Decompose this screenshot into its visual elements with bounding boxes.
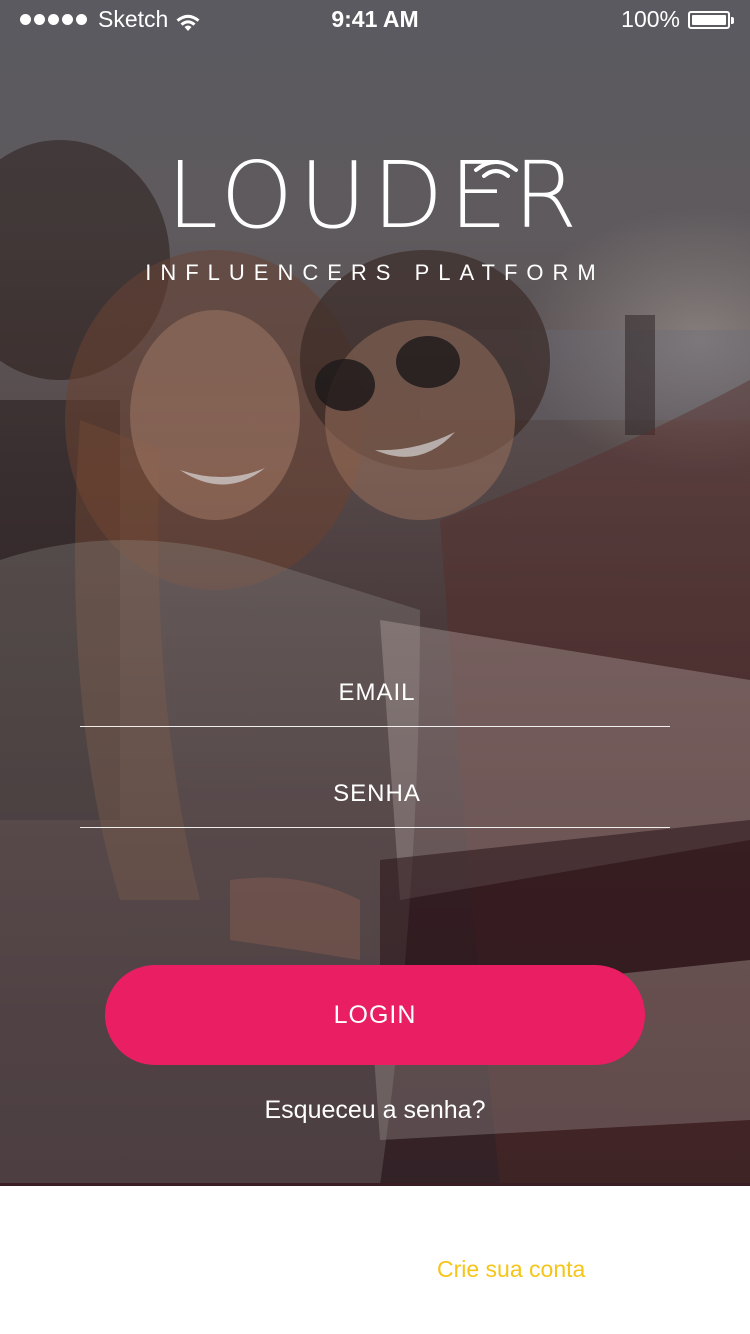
login-button[interactable]: LOGIN: [105, 965, 645, 1065]
email-input[interactable]: [80, 678, 674, 708]
logo-wordmark-text: LOUDER: [166, 142, 584, 249]
logo-tagline: INFLUENCERS PLATFORM: [145, 260, 605, 285]
logo-wordmark: LOUDER: [167, 150, 584, 242]
status-bar: Sketch 9:41 AM 100%: [0, 0, 750, 40]
password-field-container: [80, 727, 674, 828]
login-screen: Sketch 9:41 AM 100% LOUDER INFLUENCERS P…: [0, 0, 750, 1334]
battery-icon: [688, 10, 734, 29]
battery-percentage: 100%: [621, 6, 680, 32]
login-form: [80, 660, 674, 828]
status-bar-right: 100%: [621, 6, 734, 33]
email-field-container: [80, 660, 674, 727]
password-input[interactable]: [80, 779, 674, 809]
app-logo: LOUDER INFLUENCERS PLATFORM: [0, 150, 750, 286]
forgot-password-link[interactable]: Esqueceu a senha?: [0, 1096, 750, 1125]
create-account-link[interactable]: Crie sua conta: [437, 1256, 585, 1283]
bottom-panel: Crie sua conta: [0, 1186, 750, 1334]
signal-waves-icon: [473, 160, 518, 178]
